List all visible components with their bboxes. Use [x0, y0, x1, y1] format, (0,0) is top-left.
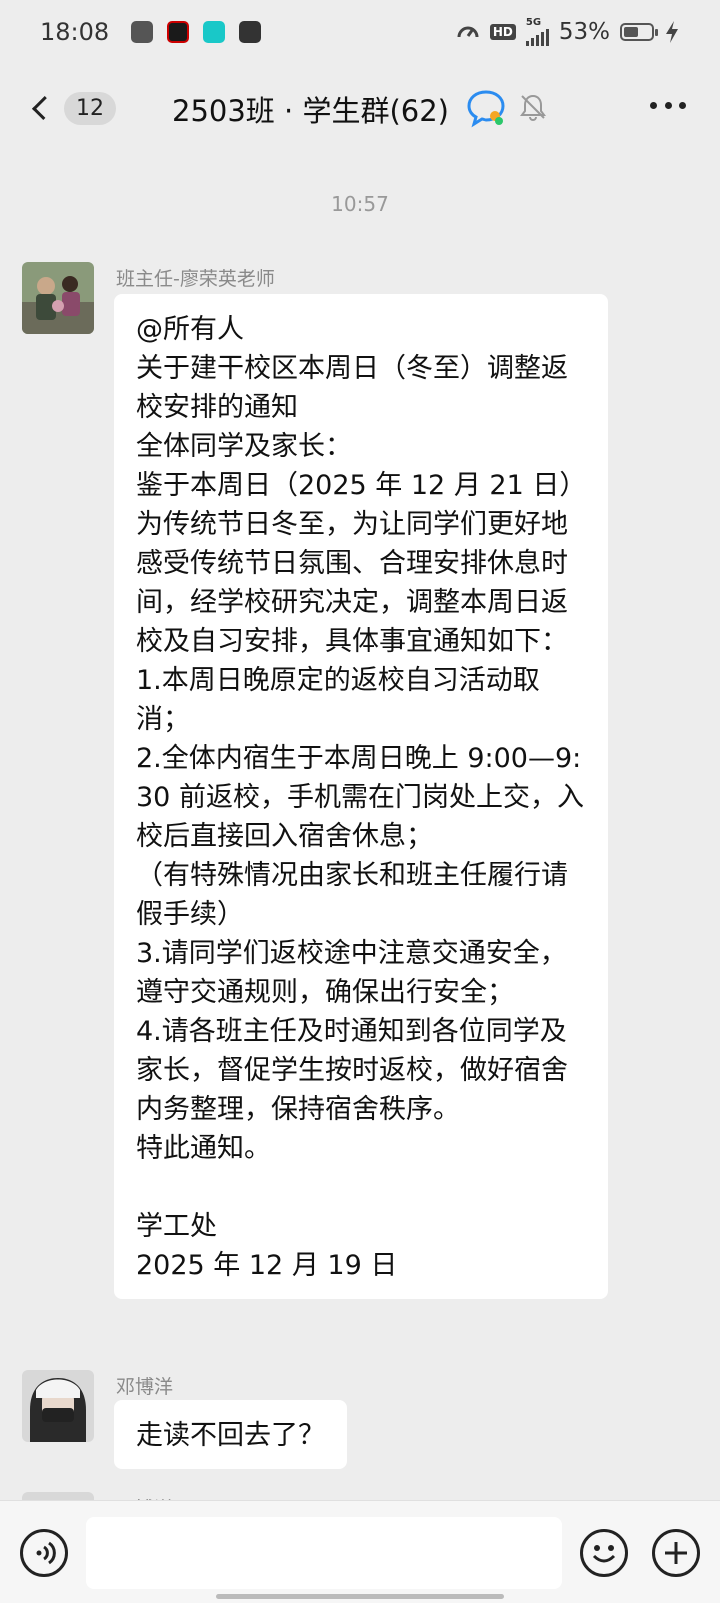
back-chevron-icon: [31, 95, 57, 121]
avatar[interactable]: [22, 1370, 94, 1442]
more-functions-button[interactable]: [652, 1529, 700, 1577]
status-indicators: HD 5G 53%: [456, 18, 680, 46]
chat-title[interactable]: 2503班 · 学生群(62): [172, 88, 449, 130]
voice-icon: [36, 1541, 56, 1565]
mute-bell-icon: [520, 94, 546, 122]
battery-icon: [620, 23, 658, 41]
avatar[interactable]: [22, 262, 94, 334]
network-type: 5G: [525, 17, 542, 28]
message-timestamp: 10:57: [331, 192, 389, 216]
group-chat-badge-icon: [467, 90, 505, 128]
status-app-icons: [131, 21, 262, 43]
message-bubble[interactable]: @所有人 关于建干校区本周日（冬至）调整返校安排的通知 全体同学及家长： 鉴于本…: [114, 294, 608, 1299]
emoji-button[interactable]: [580, 1529, 628, 1577]
input-bar: [0, 1500, 720, 1603]
more-options-button[interactable]: [650, 102, 686, 112]
status-time: 18:08: [40, 18, 110, 46]
message-bubble[interactable]: 走读不回去了？: [114, 1400, 347, 1469]
more-dot-icon: [679, 102, 686, 109]
more-dot-icon: [650, 102, 657, 109]
game-app-icon: [131, 21, 154, 43]
student-avatar-photo: [22, 1370, 94, 1442]
emoji-icon: [592, 1545, 616, 1563]
home-indicator[interactable]: [216, 1594, 504, 1599]
chat-header: 12 2503班 · 学生群(62): [0, 64, 720, 154]
inbox-app-icon: [239, 21, 262, 43]
teacher-avatar-photo: [22, 262, 94, 334]
charging-icon: [666, 21, 678, 43]
signal-icon: 5G: [525, 17, 549, 46]
back-button[interactable]: 12: [26, 86, 116, 130]
more-dot-icon: [664, 102, 672, 109]
message-input[interactable]: [86, 1517, 562, 1589]
sender-name: 邓博洋: [116, 1376, 174, 1398]
hd-badge: HD: [489, 24, 516, 40]
unread-count-badge: 12: [64, 91, 116, 125]
status-bar: 18:08 HD 5G 53%: [0, 0, 720, 64]
speed-gauge-icon: [457, 26, 479, 38]
red-app-icon: [167, 21, 190, 43]
sender-name: 班主任-廖荣英老师: [116, 268, 275, 290]
voice-input-button[interactable]: [20, 1529, 68, 1577]
taptap-app-icon: [203, 21, 226, 43]
plus-icon: [665, 1542, 687, 1564]
battery-percent: 53%: [558, 19, 610, 45]
